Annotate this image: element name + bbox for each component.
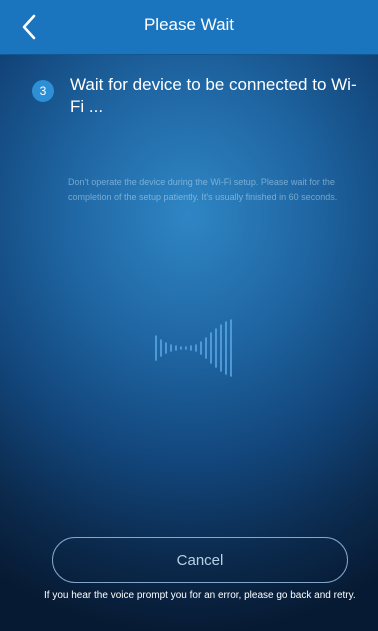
page-title: Please Wait (143, 15, 235, 34)
setup-notice-text: Don't operate the device during the Wi-F… (68, 177, 338, 202)
step-description: Wait for device to be connected to Wi-Fi… (70, 75, 357, 116)
error-hint-text: If you hear the voice prompt you for an … (44, 590, 356, 601)
cancel-button[interactable]: Cancel (52, 537, 348, 583)
wifi-setup-screen: Please Wait 3 Wait for device to be conn… (0, 0, 378, 631)
step-number-badge: 3 (32, 80, 54, 102)
chevron-left-icon (22, 14, 36, 40)
signal-wave-icon (155, 319, 232, 377)
back-button[interactable] (12, 10, 46, 44)
header-bar: Please Wait (0, 0, 378, 55)
